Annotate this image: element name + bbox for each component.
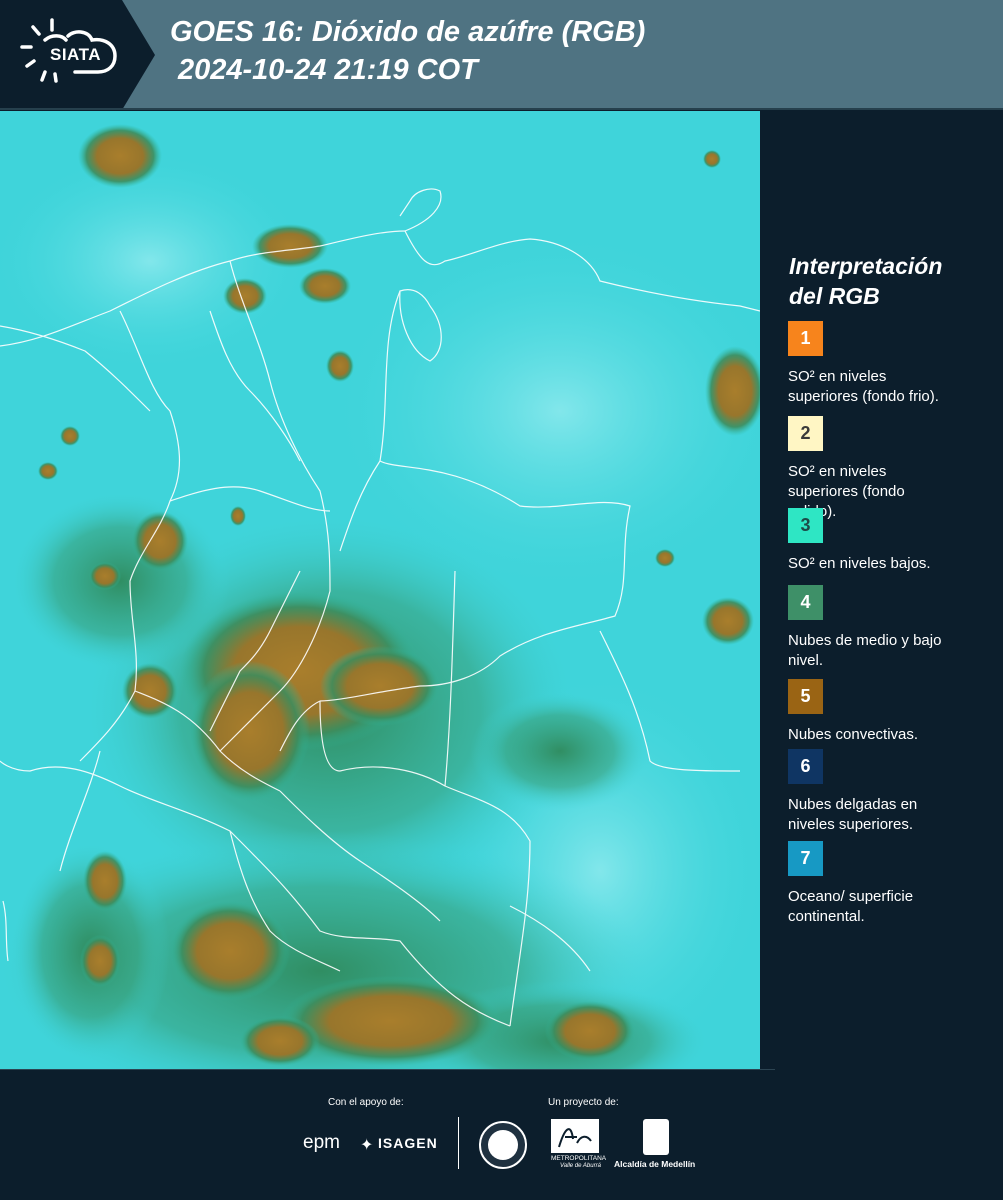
project-label: Un proyecto de:: [548, 1097, 619, 1108]
legend-description-1: SO² en niveles superiores (fondo frio).: [788, 367, 978, 407]
legend-description-line: Nubes delgadas en: [788, 796, 918, 813]
legend-description-6: Nubes delgadas en niveles superiores.: [788, 795, 978, 835]
legend-description-line: SO² en niveles bajos.: [788, 555, 931, 572]
legend-description-line: nivel.: [788, 652, 824, 669]
legend-swatch-6: 6: [788, 749, 823, 784]
legend-swatch-1: 1: [788, 321, 823, 356]
legend-swatch-7: 7: [788, 841, 823, 876]
area-metropolitana-logo: [551, 1119, 599, 1153]
siata-logo: SIATA: [0, 0, 155, 110]
legend-description-3: SO² en niveles bajos.: [788, 554, 978, 574]
footer-divider: [0, 1069, 775, 1070]
legend-swatch-4: 4: [788, 585, 823, 620]
legend-description-line: superiores (fondo frio).: [788, 388, 939, 405]
map-image: [0, 111, 760, 1069]
legend-description-line: Nubes de medio y bajo: [788, 632, 942, 649]
legend-swatch-5: 5: [788, 679, 823, 714]
legend-swatch-2: 2: [788, 416, 823, 451]
page-title: GOES 16: Dióxido de azúfre (RGB): [170, 16, 646, 48]
legend-description-line: superiores (fondo: [788, 483, 905, 500]
legend-title-line2: del RGB: [789, 283, 880, 309]
legend-title: Interpretación del RGB: [789, 251, 989, 311]
footer: Con el apoyo de: Un proyecto de: epm ✦ I…: [0, 1069, 1003, 1200]
legend-description-line: niveles superiores.: [788, 816, 914, 833]
legend-description-4: Nubes de medio y bajo nivel.: [788, 631, 978, 671]
isagen-icon: ✦: [360, 1137, 374, 1154]
legend-description-7: Oceano/ superficie continental.: [788, 887, 978, 927]
support-label: Con el apoyo de:: [328, 1097, 404, 1108]
alcaldia-label: Alcaldía de Medellín: [614, 1159, 696, 1169]
legend-title-line1: Interpretación: [789, 253, 943, 279]
footer-vertical-divider: [458, 1117, 459, 1169]
alcaldia-shield-logo: [643, 1119, 669, 1155]
seal-emblem-icon: [488, 1130, 518, 1160]
legend-swatch-3: 3: [788, 508, 823, 543]
area-metropolitana-sublabel: Valle de Aburrá: [560, 1163, 601, 1169]
legend-description-line: Oceano/ superficie: [788, 888, 914, 905]
legend-panel: Interpretación del RGB 1 SO² en niveles su…: [760, 111, 1003, 1069]
legend-description-line: Nubes convectivas.: [788, 726, 919, 743]
satellite-map: [0, 111, 760, 1069]
legend-description-line: SO² en niveles: [788, 463, 887, 480]
isagen-logo: ISAGEN: [378, 1135, 438, 1151]
epm-logo: epm: [303, 1132, 340, 1153]
header-divider: [0, 108, 1003, 110]
legend-description-5: Nubes convectivas.: [788, 725, 978, 745]
header-bar: SIATA GOES 16: Dióxido de azúfre (RGB) 2…: [0, 0, 1003, 110]
legend-description-line: SO² en niveles: [788, 368, 887, 385]
logo-text: SIATA: [50, 45, 101, 64]
medellin-seal-logo: [479, 1121, 527, 1169]
legend-description-line: continental.: [788, 908, 865, 925]
page-timestamp: 2024-10-24 21:19 COT: [178, 54, 478, 86]
area-metropolitana-label: METROPOLITANA: [551, 1155, 607, 1162]
area-script-icon: [558, 1128, 592, 1148]
